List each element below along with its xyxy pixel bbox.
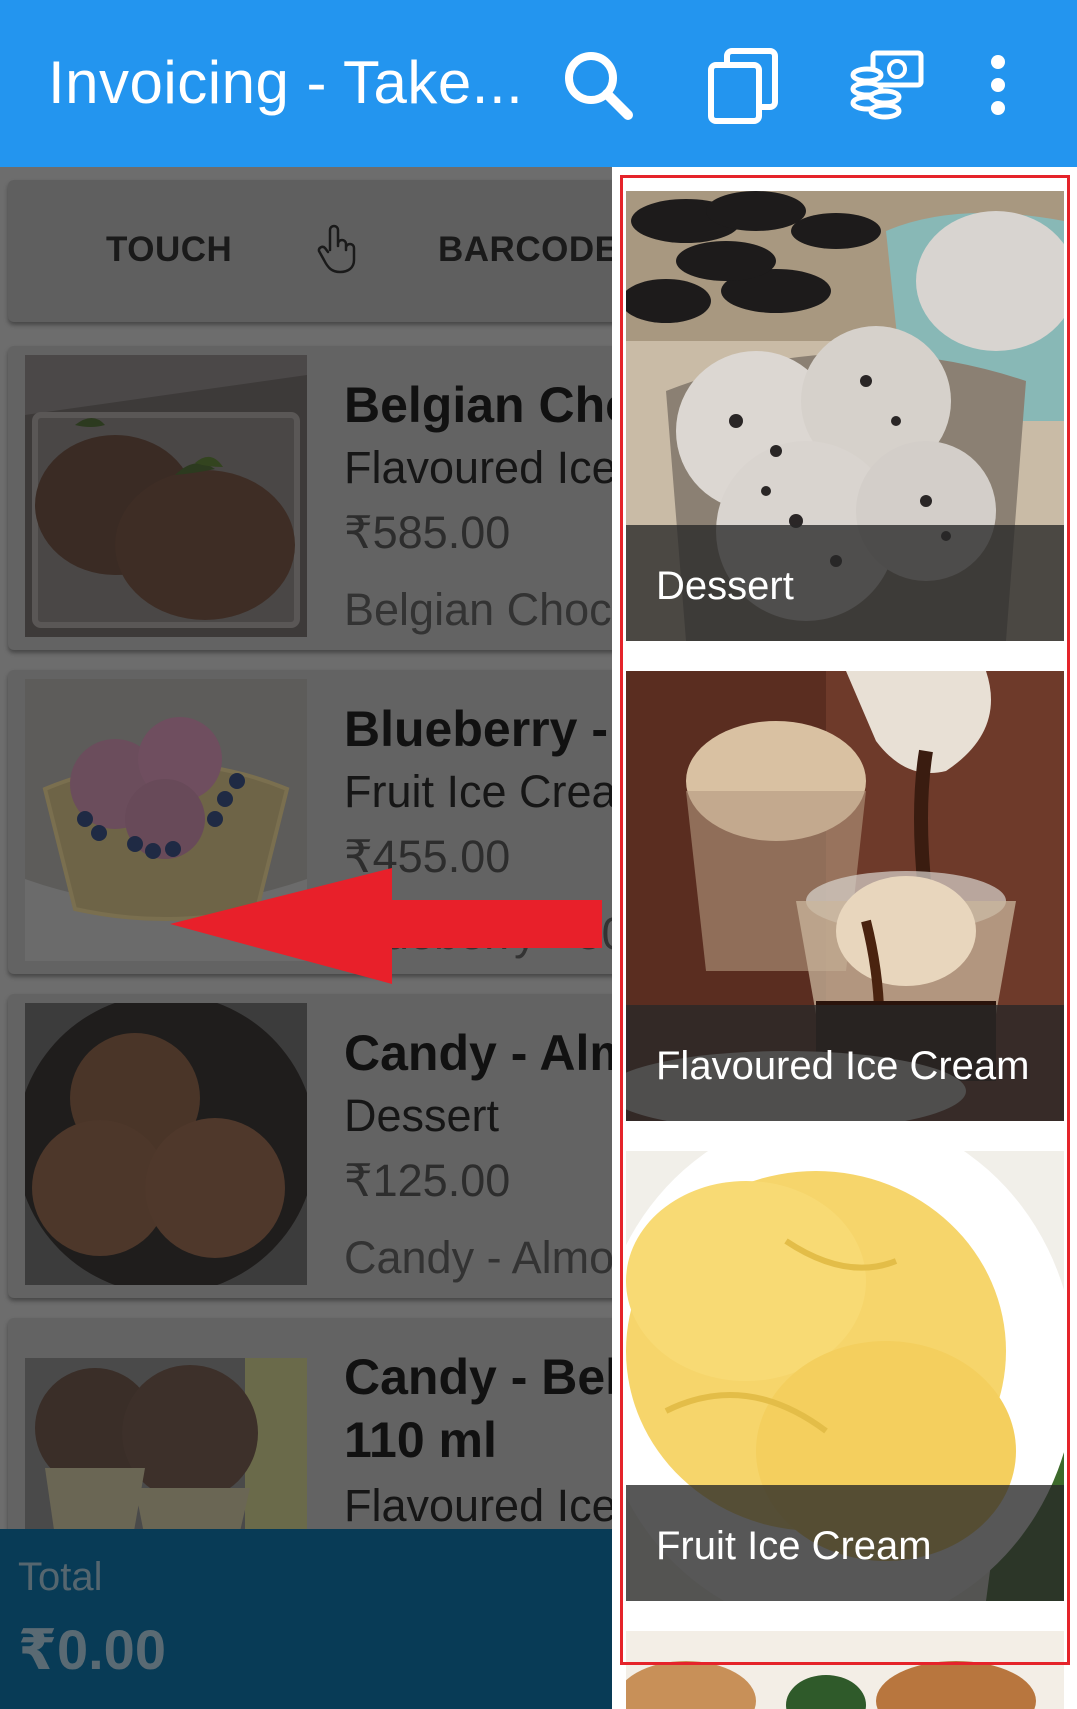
search-icon[interactable]	[553, 40, 643, 130]
product-description: Belgian Choco	[344, 584, 620, 635]
copy-icon[interactable]	[698, 40, 788, 130]
product-category: Flavoured Ice	[344, 1480, 617, 1531]
product-name: Candy - Belg 110 ml	[344, 1346, 620, 1472]
total-label: Total	[18, 1555, 103, 1599]
product-name: Candy - Alm	[344, 1025, 620, 1081]
arrow-left-icon	[170, 868, 610, 984]
category-label: Flavoured Ice Cream	[656, 1044, 1030, 1088]
product-category: Flavoured Ice	[344, 442, 617, 493]
category-label: Dessert	[656, 564, 794, 608]
product-card[interactable]: Candy - Alm Dessert ₹125.00 Candy - Almo…	[8, 994, 620, 1298]
category-image	[626, 1631, 1064, 1709]
cash-coins-icon[interactable]	[842, 40, 932, 130]
category-card-fruit-ice-cream[interactable]: Fruit Ice Cream	[626, 1151, 1064, 1601]
category-label: Fruit Ice Cream	[656, 1524, 932, 1568]
product-name-line1: Candy - Belg	[344, 1349, 620, 1405]
total-value: ₹0.00	[18, 1618, 166, 1681]
product-description: Candy - Almon	[344, 1232, 620, 1283]
product-name-line2: 110 ml	[344, 1412, 497, 1468]
product-price: ₹585.00	[344, 507, 511, 558]
product-name: Belgian Choc	[344, 377, 620, 433]
app-bar: Invoicing - Take...	[0, 0, 1077, 167]
product-image	[25, 355, 307, 637]
total-bar: Total ₹0.00	[0, 1529, 612, 1709]
product-card[interactable]: Belgian Choc Flavoured Ice ₹585.00 Belgi…	[8, 346, 620, 650]
category-card-partial[interactable]	[626, 1631, 1064, 1709]
product-image	[25, 1003, 307, 1285]
screen: Invoicing - Take... TOUCH BARCODE Belgia…	[0, 0, 1077, 1709]
more-vert-icon[interactable]	[968, 40, 1028, 130]
product-category: Fruit Ice Crean	[344, 766, 620, 817]
product-price: ₹125.00	[344, 1155, 511, 1206]
input-mode-bar: TOUCH BARCODE	[8, 180, 620, 322]
app-title: Invoicing - Take...	[48, 49, 524, 116]
barcode-mode-tab[interactable]: BARCODE	[438, 230, 618, 270]
category-card-dessert[interactable]: Dessert	[626, 191, 1064, 641]
product-category: Dessert	[344, 1090, 500, 1141]
product-name: Blueberry - 5	[344, 701, 620, 757]
touch-mode-tab[interactable]: TOUCH	[106, 230, 232, 270]
touch-hand-icon	[316, 222, 360, 276]
category-card-flavoured-ice-cream[interactable]: Flavoured Ice Cream	[626, 671, 1064, 1121]
